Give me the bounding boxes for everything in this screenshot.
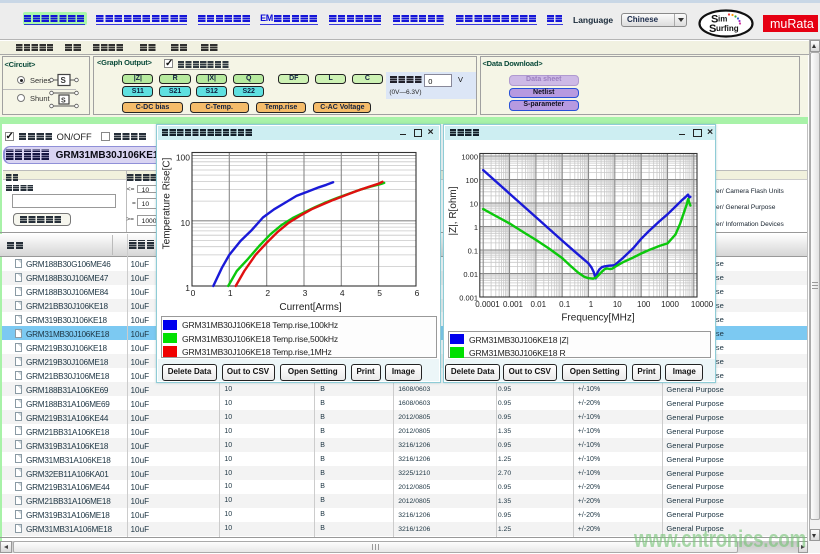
svg-text:10000: 10000 [691,300,714,309]
svg-text:Current[Arms]: Current[Arms] [279,302,341,313]
svg-text:10: 10 [613,300,622,309]
svg-text:10: 10 [181,218,191,228]
svg-text:1: 1 [474,223,478,232]
svg-text:0.01: 0.01 [463,270,478,279]
svg-text:0.01: 0.01 [531,300,547,309]
svg-text:im: im [718,15,727,24]
svg-text:5: 5 [377,288,382,298]
svg-text:|Z|, R[ohm]: |Z|, R[ohm] [448,186,459,235]
svg-text:0.001: 0.001 [503,300,524,309]
svg-text:100: 100 [637,300,651,309]
svg-text:urfing: urfing [716,24,739,33]
svg-text:0.1: 0.1 [559,300,571,309]
svg-text:S: S [61,98,66,105]
svg-text:100: 100 [465,176,478,185]
svg-text:1000: 1000 [661,300,679,309]
svg-text:0: 0 [191,288,196,298]
svg-text:0.0001: 0.0001 [475,300,500,309]
svg-text:3: 3 [303,288,308,298]
svg-text:100: 100 [176,153,190,163]
svg-text:1: 1 [589,300,594,309]
svg-text:10: 10 [470,200,478,209]
svg-text:0.1: 0.1 [468,247,478,256]
svg-text:S: S [61,76,67,85]
svg-text:6: 6 [415,288,420,298]
svg-text:Frequency[MHz]: Frequency[MHz] [561,313,635,324]
svg-text:Temperature Rise[C]: Temperature Rise[C] [162,157,173,249]
svg-text:2: 2 [265,288,270,298]
svg-text:1: 1 [185,283,190,293]
svg-text:1000: 1000 [461,153,478,162]
svg-text:4: 4 [340,288,345,298]
svg-text:1: 1 [228,288,233,298]
